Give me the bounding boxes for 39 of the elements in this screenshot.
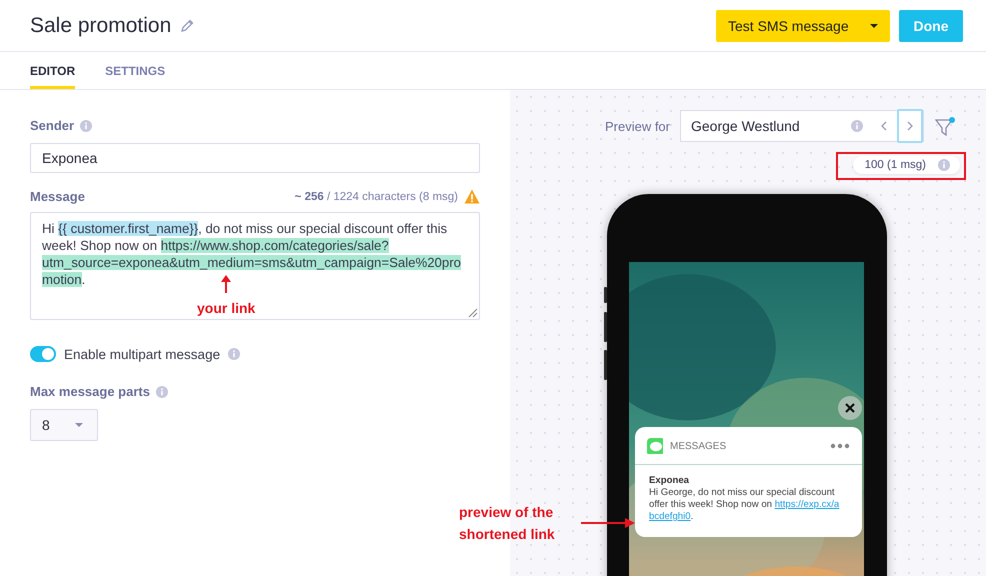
character-counter: ~ 256 / 1224 characters (8 msg)	[294, 190, 458, 202]
info-icon	[851, 120, 863, 132]
message-field[interactable]	[30, 212, 480, 320]
count-text: 100 (1 msg)	[864, 159, 926, 171]
tab[interactable]: SETTINGS	[105, 52, 166, 89]
caret-icon	[870, 24, 878, 28]
info-icon	[80, 120, 92, 132]
notification-sender: Exponea	[649, 475, 690, 487]
preview-label: Preview for	[604, 118, 670, 134]
notification-text: Hi George, do not miss our special discount offer this week! Shop now on https://exp.cx/abcdefghi0.	[649, 487, 840, 523]
field-label: Message	[30, 189, 85, 204]
pencil-icon	[179, 18, 194, 33]
test-sms-button[interactable]: Test SMS message	[716, 10, 890, 42]
chevron-right-icon	[907, 121, 913, 131]
info-icon	[228, 348, 240, 360]
customer-name: George Westlund	[691, 118, 801, 134]
parts-dropdown[interactable]: 8	[30, 409, 98, 441]
chevron-left-icon	[881, 121, 887, 131]
arrow-icon	[581, 518, 635, 528]
app-name: MESSAGES	[670, 440, 728, 452]
filter-icon	[935, 116, 955, 136]
page-title: Sale promotion	[30, 14, 172, 38]
sender-field[interactable]: Exponea	[30, 143, 480, 173]
message-text: Hi {{ customer.first_name}}, do not miss our special discount offer this week! Shop now on https://www.shop.com/categories/sale?utm_source=exponea&utm_medium=sms&utm_campaign=Sale%20promotion.	[42, 220, 462, 288]
close-icon	[845, 403, 855, 413]
field-label: Max message parts	[30, 384, 150, 399]
chat-bubble-icon	[647, 438, 663, 454]
resize-handle-icon	[468, 308, 478, 318]
toggle-label: Enable multipart message	[64, 346, 220, 362]
info-icon	[156, 386, 168, 398]
more-icon	[830, 443, 850, 449]
arrow-icon	[221, 275, 232, 293]
annotation-text: preview of the shortened link	[459, 503, 556, 544]
field-label: Sender	[30, 118, 74, 133]
toggle-switch[interactable]	[30, 346, 56, 362]
annotation-text: your link	[197, 299, 256, 318]
info-icon	[938, 159, 950, 171]
tab[interactable]: EDITOR	[30, 52, 76, 89]
caret-icon	[75, 423, 83, 427]
